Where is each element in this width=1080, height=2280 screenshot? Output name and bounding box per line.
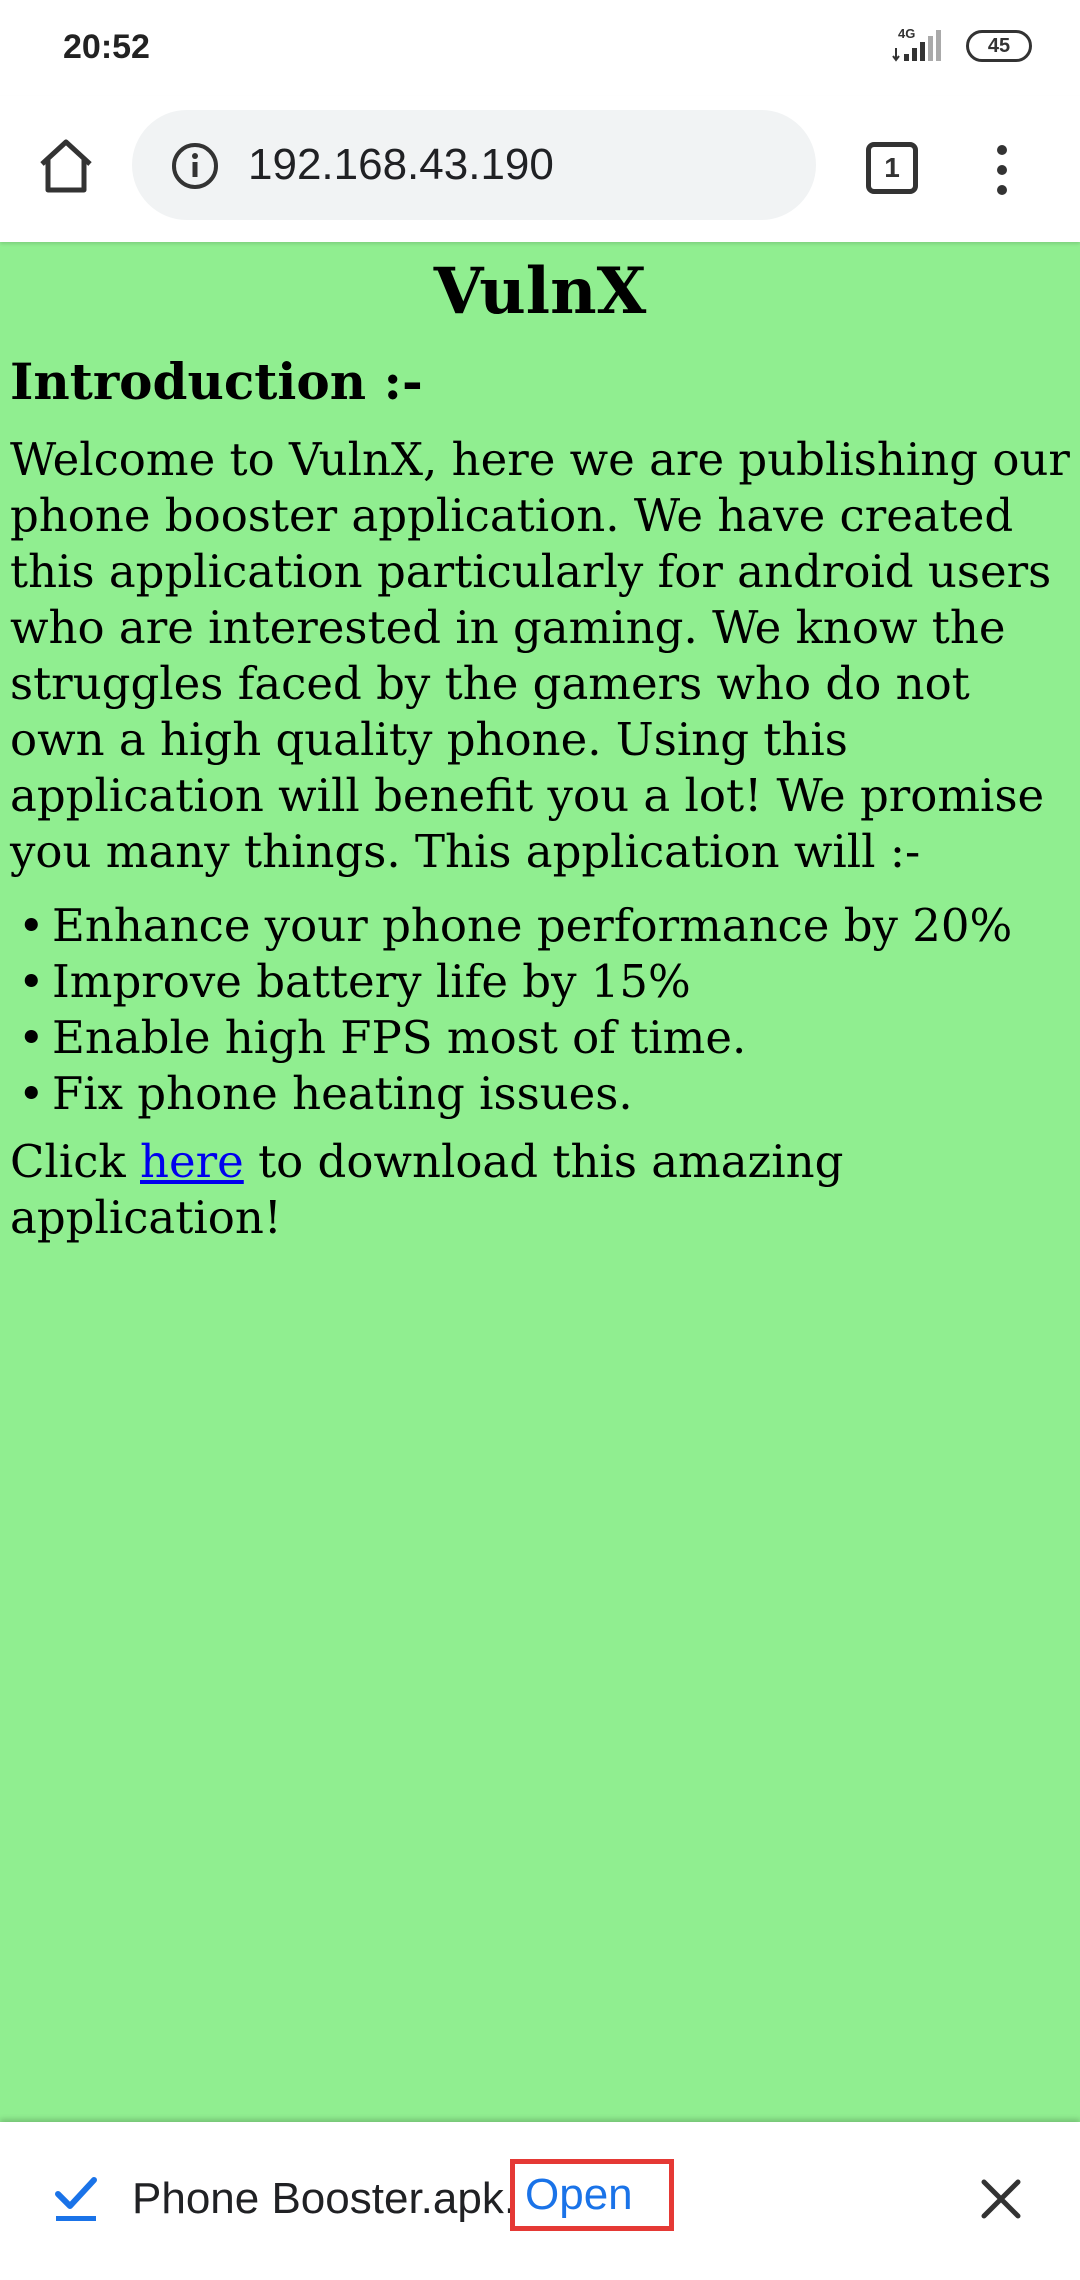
download-link[interactable]: here [140,1135,244,1188]
home-button[interactable] [32,132,100,200]
download-line: Click here to download this amazing appl… [10,1134,1070,1246]
list-item: Improve battery life by 15% [0,954,1080,1010]
section-heading: Introduction :- [10,352,423,411]
status-time: 20:52 [63,28,150,66]
list-item: Enable high FPS most of time. [0,1010,1080,1066]
open-button[interactable]: Open [510,2159,674,2231]
battery-icon: 45 [966,30,1032,62]
page-content: VulnX Introduction :- Welcome to VulnX, … [0,242,1080,2122]
list-item: Enhance your phone performance by 20% [0,898,1080,954]
tab-count: 1 [884,152,900,183]
list-item: Fix phone heating issues. [0,1066,1080,1122]
home-icon [40,139,92,193]
check-icon [55,2177,97,2221]
battery-level: 45 [987,35,1011,57]
intro-paragraph: Welcome to VulnX, here we are publishing… [10,433,1070,878]
feature-list: Enhance your phone performance by 20% Im… [0,898,1080,1122]
browser-toolbar: 192.168.43.190 1 [0,96,1080,242]
page-title: VulnX [433,254,647,329]
download-bar: Phone Booster.apk. Open [0,2122,1080,2280]
url-bar[interactable]: 192.168.43.190 [132,110,816,220]
download-prefix: Click [10,1135,140,1188]
tab-switcher-icon[interactable]: 1 [866,142,918,194]
close-icon[interactable] [976,2174,1026,2224]
url-text[interactable]: 192.168.43.190 [248,140,554,190]
more-vert-icon[interactable] [980,140,1024,200]
status-bar: 20:52 4G 45 [0,0,1080,96]
downloaded-file-name: Phone Booster.apk. [132,2174,517,2223]
info-icon[interactable] [170,141,220,191]
signal-icon: 4G [890,26,950,64]
open-button-label: Open [525,2170,633,2219]
